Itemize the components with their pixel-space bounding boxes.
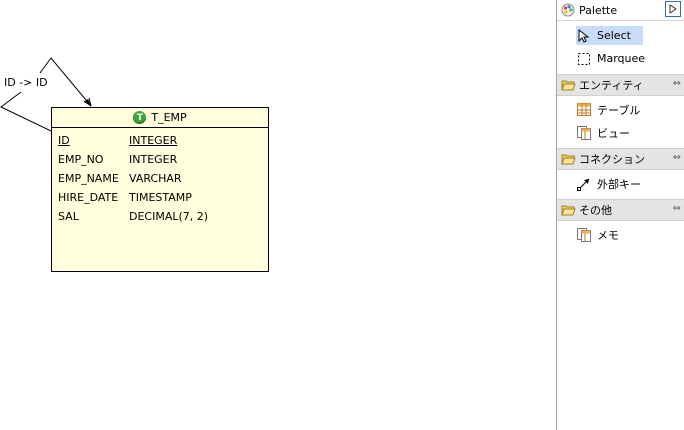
connection-drawer-label: コネクション — [579, 153, 645, 166]
other-drawer-label: その他 — [579, 204, 612, 217]
view-tool[interactable]: ビュー — [557, 121, 684, 144]
triangle-right-icon — [669, 4, 677, 14]
column-row[interactable]: SAL DECIMAL(7, 2) — [52, 207, 268, 226]
column-row[interactable]: HIRE_DATE TIMESTAMP — [52, 188, 268, 207]
column-name: SAL — [58, 210, 79, 223]
diagram-canvas[interactable]: ID -> ID T T_EMP ID INTEGER EMP_NO INTEG… — [0, 0, 556, 430]
column-type: DECIMAL(7, 2) — [129, 210, 209, 223]
column-name: EMP_NO — [58, 153, 104, 166]
foreign-key-tool[interactable]: 外部キー — [557, 172, 684, 195]
folder-open-icon — [561, 205, 576, 216]
connection-arrow-icon — [577, 178, 590, 191]
view-icon — [577, 125, 591, 140]
pin-icon[interactable]: ⇔ — [673, 78, 681, 89]
arrow-cursor-icon — [578, 28, 590, 43]
table-type-icon: T — [133, 111, 147, 124]
column-name: ID — [58, 134, 70, 147]
column-type: INTEGER — [129, 153, 178, 166]
folder-open-icon — [561, 80, 576, 91]
connection-drawer-header[interactable]: コネクション ⇔ — [557, 148, 684, 170]
memo-tool-label: メモ — [597, 228, 619, 242]
relationship-label: ID -> ID — [4, 76, 48, 89]
select-tool-label: Select — [597, 29, 631, 42]
entity-name: T_EMP — [151, 111, 187, 124]
palette-collapse-button[interactable] — [665, 1, 681, 17]
other-drawer-header[interactable]: その他 ⇔ — [557, 199, 684, 221]
view-tool-label: ビュー — [597, 126, 630, 140]
memo-icon — [577, 227, 591, 242]
entity-t-emp[interactable]: T T_EMP ID INTEGER EMP_NO INTEGER EMP_NA… — [51, 107, 269, 272]
entity-drawer-header[interactable]: エンティティ ⇔ — [557, 74, 684, 96]
marquee-tool-label: Marquee — [597, 52, 646, 65]
column-row[interactable]: EMP_NAME VARCHAR — [52, 169, 268, 188]
entity-drawer-label: エンティティ — [579, 79, 644, 92]
pin-icon[interactable]: ⇔ — [673, 152, 681, 163]
marquee-icon — [578, 52, 590, 65]
table-icon — [577, 103, 591, 116]
column-row[interactable]: ID INTEGER — [52, 131, 268, 150]
marquee-tool[interactable]: Marquee — [557, 47, 684, 70]
select-tool[interactable]: Select — [557, 24, 684, 47]
column-list: ID INTEGER EMP_NO INTEGER EMP_NAME VARCH… — [52, 128, 268, 226]
palette-panel: Palette Select Marquee エンティティ ⇔ テーブル ビュー… — [556, 0, 684, 430]
column-type: INTEGER — [129, 134, 178, 147]
palette-title: Palette — [579, 3, 618, 17]
pin-icon[interactable]: ⇔ — [673, 203, 681, 214]
column-type: TIMESTAMP — [129, 191, 192, 204]
table-tool[interactable]: テーブル — [557, 98, 684, 121]
entity-header: T T_EMP — [52, 108, 268, 128]
folder-open-icon — [561, 154, 576, 165]
foreign-key-tool-label: 外部キー — [597, 177, 641, 191]
palette-icon — [561, 3, 575, 17]
table-tool-label: テーブル — [597, 103, 641, 117]
column-name: EMP_NAME — [58, 172, 119, 185]
column-row[interactable]: EMP_NO INTEGER — [52, 150, 268, 169]
memo-tool[interactable]: メモ — [557, 223, 684, 246]
column-name: HIRE_DATE — [58, 191, 119, 204]
palette-header: Palette — [557, 0, 684, 21]
column-type: VARCHAR — [129, 172, 182, 185]
